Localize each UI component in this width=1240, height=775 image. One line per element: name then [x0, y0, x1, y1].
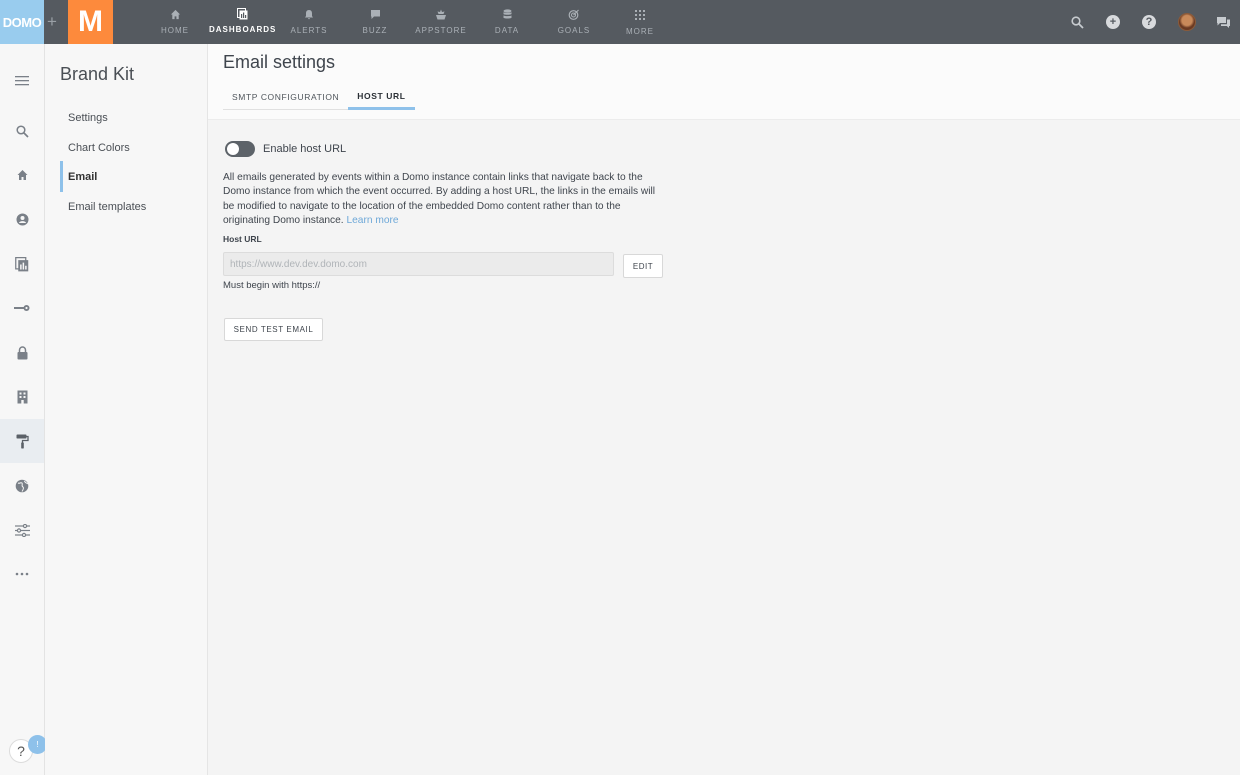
- nav-data-label: DATA: [494, 26, 520, 35]
- add-button[interactable]: +: [1104, 0, 1122, 44]
- nav-home[interactable]: HOME: [159, 8, 191, 35]
- rail-menu-button[interactable]: [0, 58, 44, 102]
- nav-goals-label: GOALS: [557, 26, 591, 35]
- bell-icon: [290, 9, 328, 23]
- more-icon: [15, 572, 29, 576]
- search-icon: [15, 124, 29, 138]
- paint-roller-icon: [16, 434, 29, 449]
- top-navigation-bar: DOMO + M HOME DASHBOARDS ALERTS BUZZ APP…: [0, 0, 1240, 44]
- rail-reports-button[interactable]: [0, 242, 44, 286]
- admin-icon-rail: ? !: [0, 44, 47, 775]
- reports-icon: [15, 256, 29, 272]
- sidebar-item-email-templates[interactable]: Email templates: [60, 191, 200, 222]
- enable-host-url-toggle[interactable]: [225, 141, 255, 157]
- domo-logo[interactable]: DOMO: [0, 0, 44, 44]
- send-test-email-button[interactable]: SEND TEST EMAIL: [224, 318, 323, 341]
- building-icon: [17, 390, 28, 404]
- rail-brand-kit-button[interactable]: [0, 419, 44, 463]
- sidebar-title: Brand Kit: [60, 64, 135, 84]
- content-header: Email settings SMTP CONFIGURATION HOST U…: [208, 44, 1240, 120]
- host-url-hint: Must begin with https://: [223, 280, 321, 291]
- grid-icon: [624, 10, 656, 24]
- host-url-description: All emails generated by events within a …: [223, 171, 663, 228]
- tab-smtp-configuration[interactable]: SMTP CONFIGURATION: [223, 84, 348, 110]
- help-icon: ?: [1142, 15, 1156, 29]
- nav-alerts[interactable]: ALERTS: [290, 8, 328, 35]
- rail-company-button[interactable]: [0, 375, 44, 419]
- lock-icon: [17, 346, 28, 360]
- instance-logo[interactable]: M: [68, 0, 113, 44]
- chat-button[interactable]: [1213, 0, 1233, 44]
- sidebar-item-settings[interactable]: Settings: [60, 102, 200, 133]
- rail-toolkit-button[interactable]: [0, 508, 44, 552]
- nav-appstore[interactable]: APPSTORE: [415, 8, 467, 35]
- sidebar-item-chart-colors[interactable]: Chart Colors: [60, 132, 200, 163]
- nav-buzz-label: BUZZ: [362, 26, 388, 35]
- enable-host-url-label: Enable host URL: [263, 143, 347, 155]
- menu-icon: [15, 75, 29, 86]
- nav-goals[interactable]: GOALS: [556, 8, 592, 35]
- nav-dashboards-label: DASHBOARDS: [209, 25, 277, 34]
- sliders-icon: [14, 523, 30, 537]
- rail-security-button[interactable]: [0, 331, 44, 375]
- learn-more-link[interactable]: Learn more: [346, 215, 398, 226]
- user-avatar-button[interactable]: [1177, 0, 1197, 44]
- nav-home-label: HOME: [161, 26, 189, 35]
- host-url-field-label: Host URL: [223, 234, 262, 244]
- nav-data[interactable]: DATA: [492, 8, 522, 35]
- goals-icon: [556, 9, 592, 23]
- plus-separator: +: [47, 12, 57, 31]
- avatar: [1178, 13, 1196, 31]
- help-button[interactable]: ?: [1140, 0, 1158, 44]
- rail-network-button[interactable]: [0, 464, 44, 508]
- nav-appstore-label: APPSTORE: [415, 26, 467, 35]
- nav-more[interactable]: MORE: [624, 8, 656, 36]
- host-url-input[interactable]: [223, 252, 614, 276]
- chat-icon: [1216, 16, 1231, 29]
- appstore-icon: [415, 9, 467, 23]
- rail-users-button[interactable]: [0, 197, 44, 241]
- globe-icon: [15, 479, 29, 493]
- rail-more-button[interactable]: [0, 552, 44, 596]
- nav-more-label: MORE: [626, 27, 654, 36]
- add-icon: +: [1106, 15, 1120, 29]
- chat-icon: [360, 9, 390, 23]
- rail-home-button[interactable]: [0, 153, 44, 197]
- home-icon: [16, 169, 29, 181]
- key-icon: [14, 304, 30, 312]
- nav-buzz[interactable]: BUZZ: [360, 8, 390, 35]
- brand-kit-sidebar: Brand Kit Settings Chart Colors Email Em…: [45, 44, 208, 775]
- rail-authentication-button[interactable]: [0, 286, 44, 330]
- search-icon: [1070, 15, 1084, 29]
- settings-tabs: SMTP CONFIGURATION HOST URL: [223, 84, 415, 110]
- edit-button[interactable]: EDIT: [623, 254, 663, 278]
- database-icon: [492, 9, 522, 23]
- enable-host-url-row: Enable host URL: [225, 141, 346, 157]
- tab-host-url[interactable]: HOST URL: [348, 84, 415, 110]
- user-shield-icon: [16, 213, 29, 226]
- host-url-panel: Enable host URL All emails generated by …: [208, 120, 1240, 775]
- nav-dashboards[interactable]: DASHBOARDS: [209, 8, 275, 34]
- description-text: All emails generated by events within a …: [223, 172, 656, 226]
- global-search-button[interactable]: [1068, 0, 1086, 44]
- rail-search-button[interactable]: [0, 109, 44, 153]
- help-icon: ?: [17, 743, 25, 759]
- home-icon: [159, 9, 191, 23]
- nav-alerts-label: ALERTS: [290, 26, 328, 35]
- page-title: Email settings: [223, 52, 336, 72]
- sidebar-item-email[interactable]: Email: [60, 161, 200, 192]
- dashboards-icon: [209, 8, 275, 22]
